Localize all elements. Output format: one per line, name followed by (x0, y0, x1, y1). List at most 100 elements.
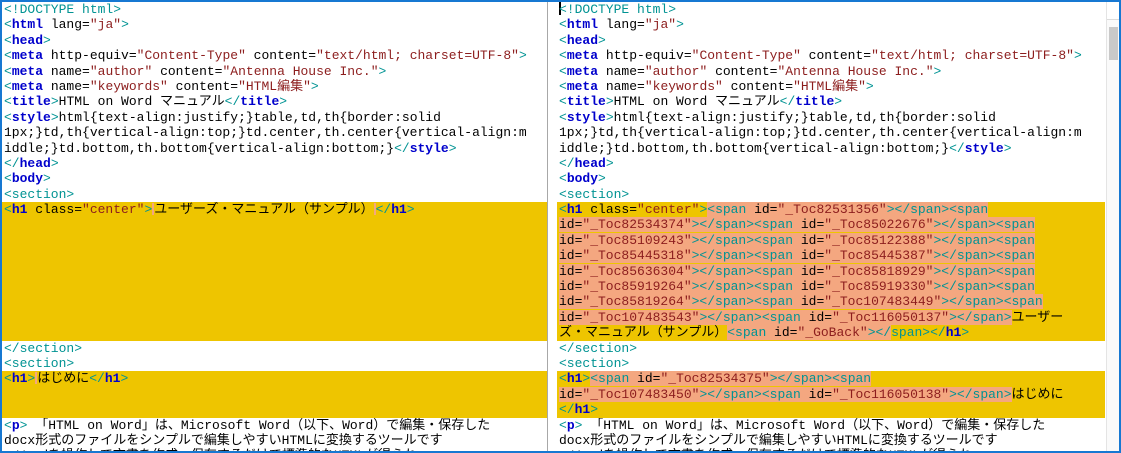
code-segment: "_Toc116050137" (832, 309, 950, 325)
code-line[interactable]: <meta http-equiv="Content-Type" content=… (557, 48, 1105, 63)
code-line[interactable]: 1px;}td,th{vertical-align:top;}td.center… (557, 125, 1105, 140)
code-line[interactable]: id="_Toc107483450"></span><span id="_Toc… (557, 386, 1105, 403)
code-segment: id= (559, 217, 583, 233)
code-line[interactable] (2, 279, 547, 295)
code-line[interactable]: <!DOCTYPE html> (557, 2, 1105, 17)
code-line[interactable] (2, 232, 547, 249)
code-segment: > (676, 17, 684, 33)
code-line[interactable] (2, 263, 547, 280)
code-segment: "_Toc85109243" (582, 232, 692, 248)
code-line[interactable] (2, 294, 547, 310)
code-line[interactable]: <section> (2, 356, 547, 371)
code-segment: ユーザーズ・マニュアル（サンプル） (154, 202, 374, 218)
vertical-scrollbar[interactable] (1106, 2, 1119, 451)
scrollbar-thumb[interactable] (1109, 27, 1118, 60)
code-line[interactable]: docx形式のファイルをシンプルで編集しやすいHTMLに変換するツールです (557, 433, 1105, 448)
code-segment: "_Toc82531356" (777, 202, 887, 218)
code-segment: content= (800, 48, 872, 64)
code-line[interactable]: <h1 class="center"> ユーザーズ・マニュアル（サンプル） </h1… (2, 202, 547, 218)
code-line[interactable]: <style>html{text-align:justify;}table,td… (2, 110, 547, 125)
code-line[interactable]: id="_Toc85819264"></span><span id="_Toc1… (557, 294, 1105, 310)
code-segment: > (598, 171, 606, 187)
code-line[interactable]: <style>html{text-align:justify;}table,td… (557, 110, 1105, 125)
code-line[interactable]: <h1> はじめに</h1> (2, 371, 547, 387)
right-file-pane[interactable]: <!DOCTYPE html> <html lang="ja"> <head> <me… (557, 2, 1105, 451)
code-segment: > (144, 202, 153, 218)
code-line[interactable]: <meta name="author" content="Antenna Hou… (557, 64, 1105, 79)
code-segment: "keywords" (644, 78, 723, 94)
code-line[interactable]: <html lang="ja"> (2, 17, 547, 32)
code-line[interactable]: <h1><span id="_Toc82534375"></span><span (557, 371, 1105, 387)
code-segment: "ja" (644, 17, 677, 33)
code-segment: </section> (4, 340, 83, 356)
code-segment: name= (598, 78, 645, 94)
code-line[interactable]: <!DOCTYPE html> (2, 2, 547, 17)
code-line[interactable]: <meta name="keywords" content="HTML編集"> (2, 79, 547, 94)
code-line[interactable]: 。Wordを操作して文書を作成・保存するだけで標準的なHTMLが得られ (557, 448, 1105, 451)
code-line[interactable]: <p> 「HTML on Word」は、Microsoft Word（以下、Wo… (557, 418, 1105, 433)
code-segment: lang= (43, 17, 90, 33)
code-line[interactable]: id="_Toc85445318"></span><span id="_Toc8… (557, 248, 1105, 264)
code-segment: content= (167, 78, 239, 94)
code-line[interactable]: iddle;}td.bottom,th.bottom{vertical-alig… (557, 141, 1105, 156)
code-segment: http-equiv= (43, 48, 137, 64)
code-line[interactable] (2, 217, 547, 233)
code-line[interactable]: <section> (2, 187, 547, 202)
code-line[interactable]: <meta http-equiv="Content-Type" content=… (2, 48, 547, 63)
code-segment: class= (582, 202, 638, 218)
code-segment: name= (598, 63, 645, 79)
code-line[interactable]: <title>HTML on Word マニュアル</title> (2, 94, 547, 109)
code-line[interactable]: id="_Toc82534374"></span><span id="_Toc8… (557, 217, 1105, 233)
code-line[interactable]: <p> 「HTML on Word」は、Microsoft Word（以下、Wo… (2, 418, 547, 433)
code-line[interactable]: <body> (2, 171, 547, 186)
code-segment: </ (559, 155, 575, 171)
code-line[interactable]: iddle;}td.bottom,th.bottom{vertical-alig… (2, 141, 547, 156)
code-segment: > (121, 17, 129, 33)
code-segment: id= (559, 279, 583, 295)
code-segment: > (933, 63, 942, 79)
code-line[interactable]: ズ・マニュアル（サンプル）<span id="_GoBack"></span><… (557, 325, 1105, 341)
code-line[interactable] (2, 402, 547, 418)
code-line[interactable]: <h1 class="center"><span id="_Toc8253135… (557, 202, 1105, 218)
code-segment: > (605, 109, 614, 125)
code-line[interactable]: id="_Toc85919264"></span><span id="_Toc8… (557, 279, 1105, 295)
code-segment: 1px;}td,th{vertical-align:top;}td.center… (559, 125, 1082, 141)
code-segment: はじめに (1011, 386, 1064, 402)
code-line[interactable]: <head> (557, 33, 1105, 48)
code-line[interactable]: </head> (2, 156, 547, 171)
code-line[interactable] (2, 325, 547, 341)
code-line[interactable]: 1px;}td,th{vertical-align:top;}td.center… (2, 125, 547, 140)
code-segment: HTML on Word マニュアル (613, 94, 780, 110)
code-segment: < (559, 202, 567, 218)
code-line[interactable]: <meta name="keywords" content="HTML編集"> (557, 79, 1105, 94)
code-line[interactable]: </section> (557, 341, 1105, 356)
code-line[interactable]: docx形式のファイルをシンプルで編集しやすいHTMLに変換するツールです (2, 433, 547, 448)
code-segment: meta (11, 78, 44, 94)
code-line[interactable]: <section> (557, 187, 1105, 202)
code-segment: < (559, 371, 567, 387)
code-line[interactable]: </section> (2, 341, 547, 356)
code-line[interactable]: id="_Toc85109243"></span><span id="_Toc8… (557, 232, 1105, 249)
code-line[interactable]: id="_Toc85636304"></span><span id="_Toc8… (557, 263, 1105, 280)
code-line[interactable]: <html lang="ja"> (557, 17, 1105, 32)
code-line[interactable]: 。Wordを操作して文書を作成・保存するだけで標準的なHTMLが得られ (2, 448, 547, 451)
code-line[interactable]: <meta name="author" content="Antenna Hou… (2, 64, 547, 79)
code-segment: h1 (566, 202, 583, 218)
left-file-pane[interactable]: <!DOCTYPE html> <html lang="ja"> <head> <me… (2, 2, 548, 451)
code-segment: class= (27, 202, 83, 218)
code-line[interactable]: <head> (2, 33, 547, 48)
code-line[interactable]: <section> (557, 356, 1105, 371)
code-segment: iddle;}td.bottom,th.bottom{vertical-alig… (559, 140, 950, 156)
code-line[interactable]: </h1> (557, 402, 1105, 418)
code-line[interactable] (2, 386, 547, 403)
code-line[interactable] (2, 248, 547, 264)
code-line[interactable]: <body> (557, 171, 1105, 186)
code-segment: "Antenna House Inc." (222, 63, 379, 79)
code-segment: id= (793, 279, 825, 295)
code-line[interactable]: id="_Toc107483543"></span><span id="_Toc… (557, 309, 1105, 326)
code-line[interactable]: </head> (557, 156, 1105, 171)
code-line[interactable]: <title>HTML on Word マニュアル</title> (557, 94, 1105, 109)
code-segment: html{text-align:justify;}table,td,th{bor… (58, 109, 441, 125)
code-line[interactable] (2, 309, 547, 326)
code-segment: "keywords" (89, 78, 168, 94)
